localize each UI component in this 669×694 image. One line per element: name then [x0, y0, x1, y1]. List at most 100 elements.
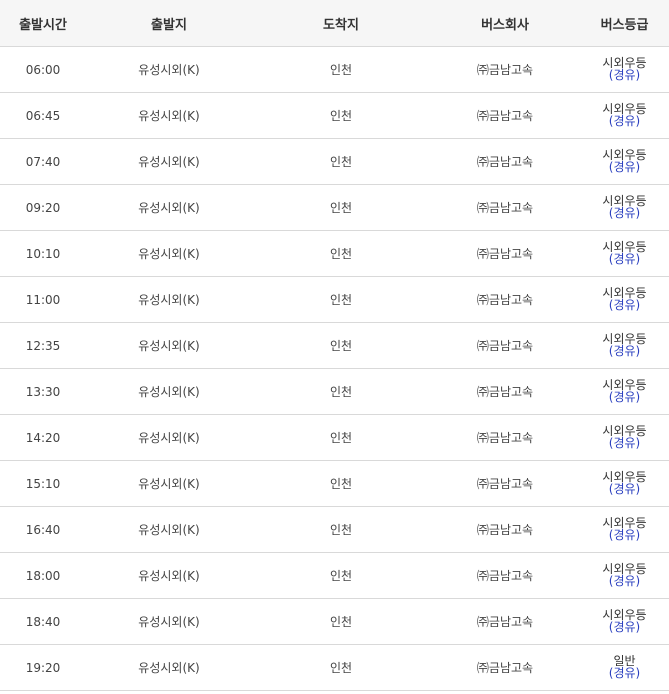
bus-company-cell: ㈜금남고속 [430, 92, 580, 139]
bus-grade: 시외우등 (경유) [602, 149, 646, 173]
bus-company-cell: ㈜금남고속 [430, 184, 580, 231]
header-bus-grade: 버스등급 [580, 0, 669, 47]
bus-grade: 시외우등 (경유) [602, 103, 646, 127]
bus-grade: 시외우등 (경유) [602, 425, 646, 449]
departure-time-cell: 07:40 [0, 138, 86, 185]
via-note: (경유) [608, 666, 641, 680]
origin-cell: 유성시외(K) [86, 322, 252, 369]
origin-cell: 유성시외(K) [86, 46, 252, 93]
table-row: 09:20 유성시외(K) 인천 ㈜금남고속 시외우등 (경유) [0, 184, 669, 231]
via-note: (경유) [608, 574, 641, 588]
departure-time-cell: 16:40 [0, 506, 86, 553]
bus-grade: 시외우등 (경유) [602, 195, 646, 219]
bus-grade: 시외우등 (경유) [602, 333, 646, 357]
bus-company-cell: ㈜금남고속 [430, 230, 580, 277]
origin-cell: 유성시외(K) [86, 92, 252, 139]
table-row: 18:40 유성시외(K) 인천 ㈜금남고속 시외우등 (경유) [0, 598, 669, 645]
departure-time-cell: 19:20 [0, 644, 86, 691]
origin-cell: 유성시외(K) [86, 368, 252, 415]
header-destination: 도착지 [252, 0, 430, 47]
via-note: (경유) [608, 344, 641, 358]
via-note: (경유) [608, 160, 641, 174]
table-row: 12:35 유성시외(K) 인천 ㈜금남고속 시외우등 (경유) [0, 322, 669, 369]
destination-cell: 인천 [252, 644, 430, 691]
table-row: 13:30 유성시외(K) 인천 ㈜금남고속 시외우등 (경유) [0, 368, 669, 415]
departure-time-cell: 09:20 [0, 184, 86, 231]
bus-schedule-table: 출발시간 출발지 도착지 버스회사 버스등급 06:00 유성시외(K) 인천 ㈜금남… [0, 0, 669, 691]
bus-company-cell: ㈜금남고속 [430, 276, 580, 323]
via-note: (경유) [608, 68, 641, 82]
bus-grade-cell: 일반 (경유) [580, 644, 669, 691]
bus-grade: 일반 (경유) [609, 655, 640, 679]
bus-grade-cell: 시외우등 (경유) [580, 506, 669, 553]
bus-grade-cell: 시외우등 (경유) [580, 598, 669, 645]
bus-company-cell: ㈜금남고속 [430, 46, 580, 93]
table-row: 15:10 유성시외(K) 인천 ㈜금남고속 시외우등 (경유) [0, 460, 669, 507]
bus-grade-cell: 시외우등 (경유) [580, 184, 669, 231]
bus-grade-cell: 시외우등 (경유) [580, 414, 669, 461]
departure-time-cell: 06:45 [0, 92, 86, 139]
table-body: 06:00 유성시외(K) 인천 ㈜금남고속 시외우등 (경유) 06:45 유성시외(K) 인… [0, 46, 669, 691]
bus-grade: 시외우등 (경유) [602, 379, 646, 403]
departure-time-cell: 11:00 [0, 276, 86, 323]
bus-grade-cell: 시외우등 (경유) [580, 46, 669, 93]
table-row: 19:20 유성시외(K) 인천 ㈜금남고속 일반 (경유) [0, 644, 669, 691]
bus-grade-cell: 시외우등 (경유) [580, 230, 669, 277]
destination-cell: 인천 [252, 230, 430, 277]
bus-grade-cell: 시외우등 (경유) [580, 138, 669, 185]
bus-company-cell: ㈜금남고속 [430, 138, 580, 185]
table-row: 06:00 유성시외(K) 인천 ㈜금남고속 시외우등 (경유) [0, 46, 669, 93]
destination-cell: 인천 [252, 552, 430, 599]
via-note: (경유) [608, 528, 641, 542]
origin-cell: 유성시외(K) [86, 276, 252, 323]
via-note: (경유) [608, 298, 641, 312]
destination-cell: 인천 [252, 46, 430, 93]
destination-cell: 인천 [252, 92, 430, 139]
origin-cell: 유성시외(K) [86, 184, 252, 231]
bus-grade: 시외우등 (경유) [602, 563, 646, 587]
origin-cell: 유성시외(K) [86, 414, 252, 461]
bus-grade-cell: 시외우등 (경유) [580, 368, 669, 415]
via-note: (경유) [608, 620, 641, 634]
departure-time-cell: 15:10 [0, 460, 86, 507]
header-origin: 출발지 [86, 0, 252, 47]
table-row: 16:40 유성시외(K) 인천 ㈜금남고속 시외우등 (경유) [0, 506, 669, 553]
table-row: 18:00 유성시외(K) 인천 ㈜금남고속 시외우등 (경유) [0, 552, 669, 599]
bus-grade: 시외우등 (경유) [602, 287, 646, 311]
bus-grade-cell: 시외우등 (경유) [580, 322, 669, 369]
origin-cell: 유성시외(K) [86, 460, 252, 507]
table-row: 07:40 유성시외(K) 인천 ㈜금남고속 시외우등 (경유) [0, 138, 669, 185]
table-row: 06:45 유성시외(K) 인천 ㈜금남고속 시외우등 (경유) [0, 92, 669, 139]
bus-company-cell: ㈜금남고속 [430, 460, 580, 507]
via-note: (경유) [608, 390, 641, 404]
via-note: (경유) [608, 436, 641, 450]
via-note: (경유) [608, 252, 641, 266]
destination-cell: 인천 [252, 506, 430, 553]
origin-cell: 유성시외(K) [86, 552, 252, 599]
bus-grade: 시외우등 (경유) [602, 517, 646, 541]
destination-cell: 인천 [252, 460, 430, 507]
table-header-row: 출발시간 출발지 도착지 버스회사 버스등급 [0, 0, 669, 47]
destination-cell: 인천 [252, 276, 430, 323]
bus-company-cell: ㈜금남고속 [430, 644, 580, 691]
bus-company-cell: ㈜금남고속 [430, 368, 580, 415]
table-row: 11:00 유성시외(K) 인천 ㈜금남고속 시외우등 (경유) [0, 276, 669, 323]
bus-grade: 시외우등 (경유) [602, 241, 646, 265]
table-row: 14:20 유성시외(K) 인천 ㈜금남고속 시외우등 (경유) [0, 414, 669, 461]
via-note: (경유) [608, 114, 641, 128]
header-departure-time: 출발시간 [0, 0, 86, 47]
table-row: 10:10 유성시외(K) 인천 ㈜금남고속 시외우등 (경유) [0, 230, 669, 277]
bus-grade-cell: 시외우등 (경유) [580, 460, 669, 507]
departure-time-cell: 14:20 [0, 414, 86, 461]
departure-time-cell: 10:10 [0, 230, 86, 277]
departure-time-cell: 06:00 [0, 46, 86, 93]
bus-company-cell: ㈜금남고속 [430, 322, 580, 369]
origin-cell: 유성시외(K) [86, 506, 252, 553]
origin-cell: 유성시외(K) [86, 230, 252, 277]
departure-time-cell: 12:35 [0, 322, 86, 369]
bus-grade-cell: 시외우등 (경유) [580, 276, 669, 323]
departure-time-cell: 18:40 [0, 598, 86, 645]
via-note: (경유) [608, 482, 641, 496]
destination-cell: 인천 [252, 322, 430, 369]
destination-cell: 인천 [252, 138, 430, 185]
